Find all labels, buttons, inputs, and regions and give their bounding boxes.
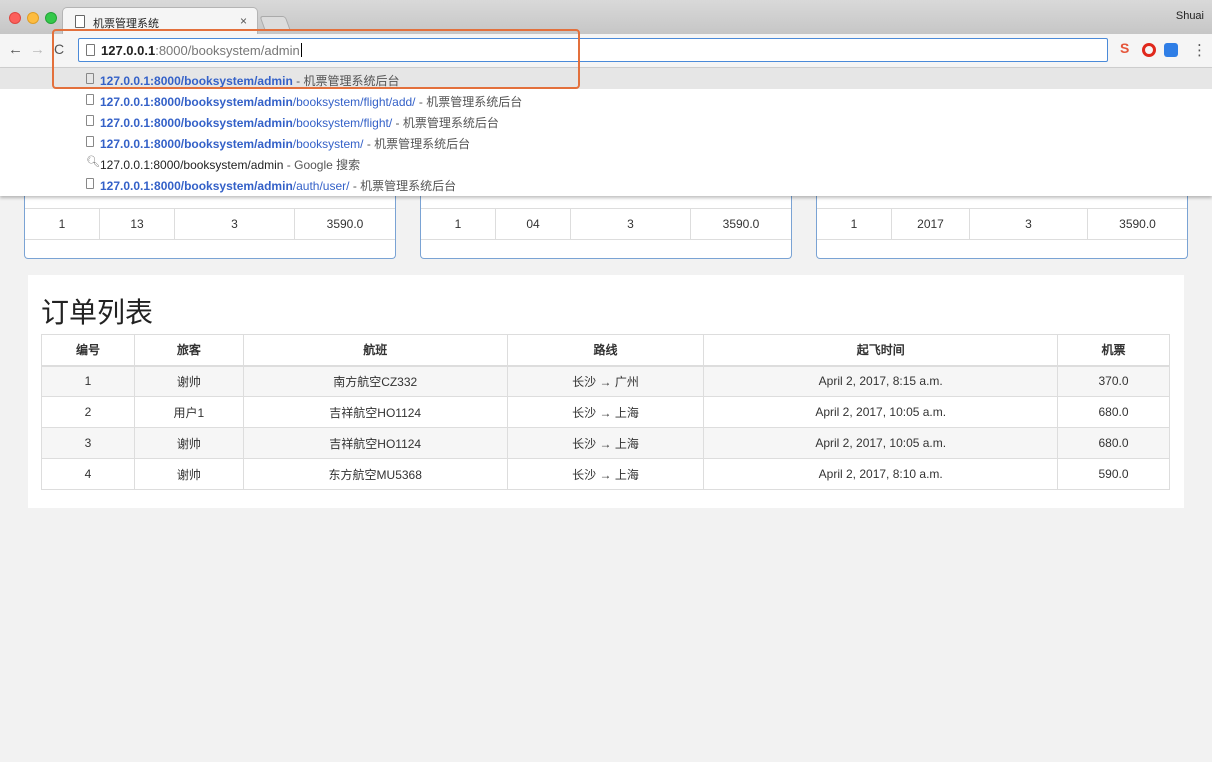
more-menu-icon[interactable]: ⋮ — [1192, 41, 1207, 59]
column-header: 机票 — [1057, 334, 1170, 367]
page-icon — [86, 178, 94, 189]
order-table: 编号 旅客 航班 路线 起飞时间 机票 1 谢帅 南方航空CZ332 长沙 → … — [41, 334, 1170, 490]
flight: 吉祥航空HO1124 — [242, 427, 508, 459]
highlight-annotation — [52, 29, 580, 89]
stat-card: 1 13 3 3590.0 — [24, 186, 396, 259]
column-header: 编号 — [41, 334, 135, 367]
route: 长沙 → 上海 — [506, 427, 705, 459]
page-icon — [86, 94, 94, 105]
passenger: 谢帅 — [133, 427, 244, 459]
table-cell: 3590.0 — [722, 217, 760, 231]
order-id: 2 — [41, 396, 135, 428]
profile-name[interactable]: Shuai — [1176, 10, 1204, 22]
ticket-price: 590.0 — [1057, 458, 1170, 490]
maximize-window-button[interactable] — [45, 12, 57, 24]
close-window-button[interactable] — [9, 12, 21, 24]
extension-blue-icon[interactable] — [1164, 43, 1178, 57]
passenger: 谢帅 — [133, 365, 244, 397]
order-id: 4 — [41, 458, 135, 490]
table-cell: 3 — [175, 209, 295, 239]
minimize-window-button[interactable] — [27, 12, 39, 24]
table-cell: 04 — [496, 209, 571, 239]
table-cell: 3590.0 — [326, 217, 364, 231]
flight: 东方航空MU5368 — [242, 458, 508, 490]
route: 长沙 → 上海 — [506, 458, 705, 490]
departure-time: April 2, 2017, 10:05 a.m. — [703, 396, 1059, 428]
ticket-price: 680.0 — [1057, 396, 1170, 428]
column-header: 旅客 — [133, 334, 244, 367]
stat-card: 1 04 3 3590.0 — [420, 186, 792, 259]
table-row: 1 13 3 3590.0 — [25, 208, 395, 240]
table-cell: 2017 — [892, 209, 970, 239]
route: 长沙 → 上海 — [506, 396, 705, 428]
page-title: 订单列表 — [41, 297, 154, 328]
table-cell: 3 — [571, 209, 691, 239]
ticket-price: 680.0 — [1057, 427, 1170, 459]
order-id: 3 — [41, 427, 135, 459]
suggestion-item-search[interactable]: 🔍︎ 127.0.0.1:8000/booksystem/admin - Goo… — [0, 152, 1212, 173]
table-row: 1 2017 3 3590.0 — [817, 208, 1187, 240]
departure-time: April 2, 2017, 8:15 a.m. — [703, 365, 1059, 397]
departure-time: April 2, 2017, 8:10 a.m. — [703, 458, 1059, 490]
table-header-row: 编号 旅客 航班 路线 起飞时间 机票 — [41, 334, 1170, 367]
column-header: 起飞时间 — [703, 334, 1059, 367]
page-icon — [86, 136, 94, 147]
order-list-panel: 订单列表 编号 旅客 航班 路线 起飞时间 机票 1 谢帅 南方航空CZ332 … — [28, 275, 1184, 508]
table-row: 3 谢帅 吉祥航空HO1124 长沙 → 上海 April 2, 2017, 1… — [41, 427, 1170, 459]
table-cell: 1 — [817, 209, 892, 239]
table-cell: 1 — [421, 209, 496, 239]
flight: 吉祥航空HO1124 — [242, 396, 508, 428]
search-icon: 🔍︎ — [86, 156, 100, 168]
departure-time: April 2, 2017, 10:05 a.m. — [703, 427, 1059, 459]
table-row: 1 04 3 3590.0 — [421, 208, 791, 240]
new-tab-button[interactable] — [259, 16, 291, 30]
page-icon — [86, 115, 94, 126]
table-row: 2 用户1 吉祥航空HO1124 长沙 → 上海 April 2, 2017, … — [41, 396, 1170, 428]
passenger: 用户1 — [133, 396, 244, 428]
passenger: 谢帅 — [133, 458, 244, 490]
table-cell: 3 — [970, 209, 1088, 239]
suggestion-item[interactable]: 127.0.0.1:8000/booksystem/admin/booksyst… — [0, 131, 1212, 152]
page-icon — [75, 15, 85, 28]
order-id: 1 — [41, 365, 135, 397]
table-row: 1 谢帅 南方航空CZ332 长沙 → 广州 April 2, 2017, 8:… — [41, 365, 1170, 397]
tab-close-icon[interactable]: × — [240, 14, 247, 28]
route: 长沙 → 广州 — [506, 365, 705, 397]
suggestion-item[interactable]: 127.0.0.1:8000/booksystem/admin/booksyst… — [0, 110, 1212, 131]
ticket-price: 370.0 — [1057, 365, 1170, 397]
column-header: 航班 — [242, 334, 508, 367]
table-row: 4 谢帅 东方航空MU5368 长沙 → 上海 April 2, 2017, 8… — [41, 458, 1170, 490]
suggestion-item[interactable]: 127.0.0.1:8000/booksystem/admin/auth/use… — [0, 173, 1212, 194]
table-cell: 3590.0 — [1119, 217, 1156, 231]
stat-card: 1 2017 3 3590.0 — [816, 186, 1188, 259]
forward-icon[interactable]: → — [30, 41, 45, 58]
column-header: 路线 — [506, 334, 705, 367]
table-cell: 1 — [25, 209, 100, 239]
back-icon[interactable]: ← — [8, 41, 23, 58]
suggestion-item[interactable]: 127.0.0.1:8000/booksystem/admin/booksyst… — [0, 89, 1212, 110]
table-cell: 13 — [100, 209, 175, 239]
extension-s-icon[interactable]: S — [1120, 40, 1136, 56]
opera-extension-icon[interactable] — [1142, 43, 1156, 57]
flight: 南方航空CZ332 — [242, 365, 508, 397]
